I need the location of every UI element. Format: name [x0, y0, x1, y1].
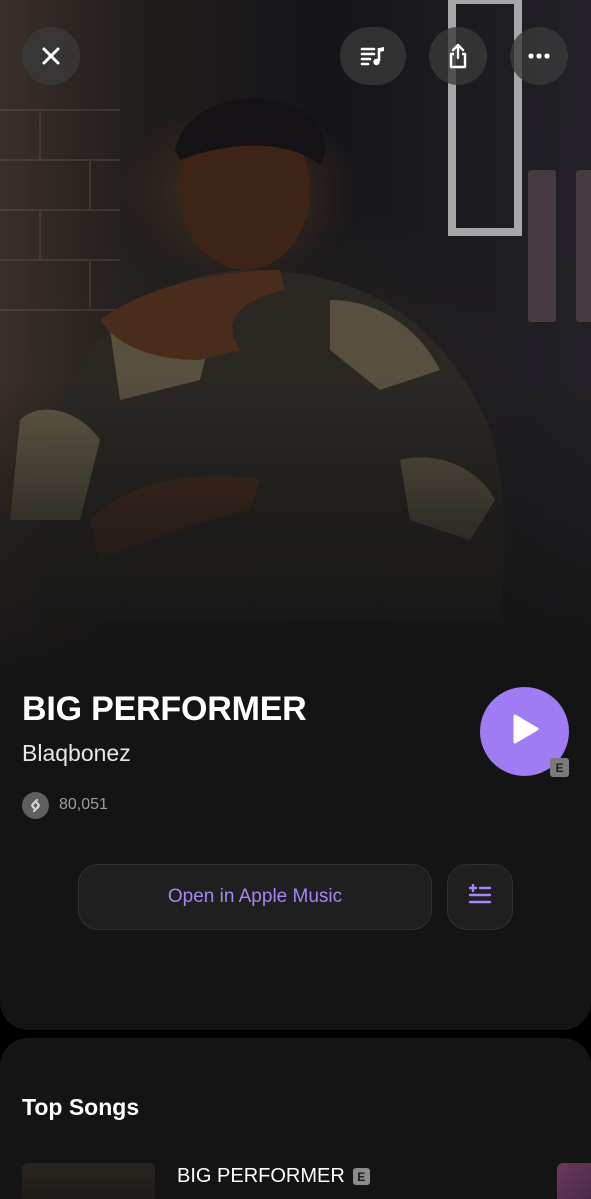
song-detail-screen: BIG PERFORMER Blaqbonez 80,051 E Open in…: [0, 0, 591, 1199]
close-button[interactable]: [22, 27, 80, 85]
top-songs-section: Top Songs BIG PERFORMER E: [0, 1038, 591, 1199]
close-icon: [41, 46, 61, 66]
song-title: BIG PERFORMER: [22, 690, 307, 728]
share-button[interactable]: [429, 27, 487, 85]
lyrics-queue-icon: [360, 44, 386, 68]
add-to-queue-icon: [468, 883, 492, 911]
lyrics-queue-button[interactable]: [340, 27, 406, 85]
share-icon: [447, 43, 469, 69]
shazam-count: 80,051: [59, 796, 108, 813]
top-song-title: BIG PERFORMER: [177, 1165, 345, 1187]
explicit-badge: E: [550, 758, 569, 777]
play-icon: [510, 713, 540, 750]
track-hero-card: BIG PERFORMER Blaqbonez 80,051 E Open in…: [0, 0, 591, 1030]
more-icon: [528, 53, 550, 59]
hero-gradient-overlay: [0, 380, 591, 700]
shazam-count-row: 80,051: [22, 791, 108, 819]
next-song-artwork-thumbnail[interactable]: [557, 1163, 591, 1199]
top-songs-heading: Top Songs: [22, 1094, 140, 1120]
shazam-icon: [22, 791, 49, 819]
song-artwork-thumbnail[interactable]: [22, 1163, 155, 1199]
top-song-item[interactable]: BIG PERFORMER E: [177, 1165, 370, 1188]
add-to-queue-button[interactable]: [447, 864, 513, 930]
explicit-badge: E: [352, 1168, 370, 1185]
more-button[interactable]: [510, 27, 568, 85]
open-in-apple-music-button[interactable]: Open in Apple Music: [78, 864, 432, 930]
artist-name[interactable]: Blaqbonez: [22, 740, 131, 767]
